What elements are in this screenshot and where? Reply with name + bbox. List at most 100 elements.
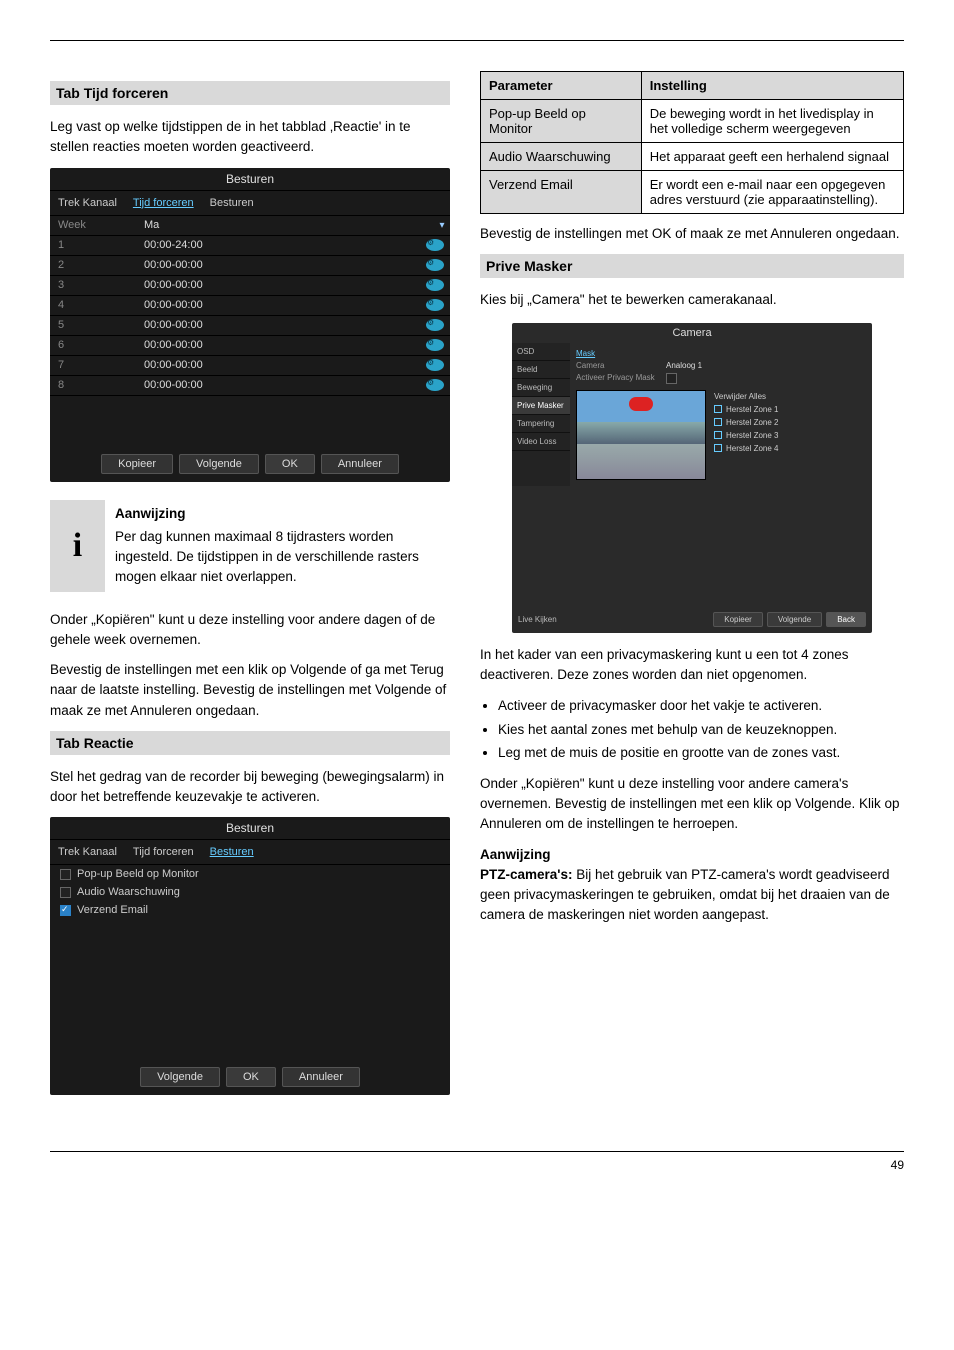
schedule-row: 200:00-00:00 — [50, 256, 450, 276]
checkbox[interactable] — [60, 869, 71, 880]
zone-item[interactable]: Herstel Zone 2 — [714, 416, 866, 429]
param-col-header: Parameter — [481, 72, 642, 100]
ok-button-2[interactable]: OK — [226, 1067, 276, 1087]
checkbox[interactable] — [60, 905, 71, 916]
gear-icon[interactable] — [426, 379, 444, 391]
sidebar-item[interactable]: Beeld — [512, 361, 570, 379]
zone-item[interactable]: Herstel Zone 1 — [714, 403, 866, 416]
copy-button[interactable]: Kopieer — [101, 454, 173, 474]
schedule-row-index: 6 — [50, 339, 140, 351]
schedule-row-time[interactable]: 00:00-00:00 — [140, 359, 426, 371]
param-table: Parameter Instelling Pop-up Beeld op Mon… — [480, 71, 904, 214]
sidebar-item[interactable]: Prive Masker — [512, 397, 570, 415]
page-number: 49 — [50, 1151, 904, 1172]
table-row: Audio WaarschuwingHet apparaat geeft een… — [481, 143, 904, 171]
heading-tab-tijd-forceren: Tab Tijd forceren — [50, 81, 450, 105]
checkbox[interactable] — [60, 887, 71, 898]
cam-next-button[interactable]: Volgende — [767, 612, 822, 627]
note-block: Aanwijzing PTZ-camera's: Bij het gebruik… — [480, 845, 904, 926]
list-item: Activeer de privacymasker door het vakje… — [498, 695, 904, 717]
live-view-link[interactable]: Live Kijken — [518, 615, 557, 624]
setting-col-header: Instelling — [641, 72, 903, 100]
tab-besturen[interactable]: Besturen — [210, 197, 254, 209]
copy-note: Onder „Kopiëren" kunt u deze instelling … — [50, 610, 450, 651]
reaction-check-row: Pop-up Beeld op Monitor — [50, 865, 450, 883]
schedule-row-time[interactable]: 00:00-00:00 — [140, 259, 426, 271]
heading-tab-reactie: Tab Reactie — [50, 731, 450, 755]
tab-besturen-2[interactable]: Besturen — [210, 846, 254, 858]
tab-trek-kanaal[interactable]: Trek Kanaal — [58, 197, 117, 209]
schedule-row: 500:00-00:00 — [50, 316, 450, 336]
schedule-row: 100:00-24:00 — [50, 236, 450, 256]
schedule-row-time[interactable]: 00:00-00:00 — [140, 279, 426, 291]
ok-button[interactable]: OK — [265, 454, 315, 474]
param-value: Er wordt een e-mail naar een opgegeven a… — [641, 171, 903, 214]
zone-item[interactable]: Herstel Zone 3 — [714, 429, 866, 442]
privacy-below-2: Onder „Kopiëren" kunt u deze instelling … — [480, 774, 904, 835]
schedule-dialog: Besturen Trek Kanaal Tijd forceren Bestu… — [50, 168, 450, 482]
mask-link[interactable]: Mask — [576, 349, 666, 358]
zones-header[interactable]: Verwijder Alles — [714, 390, 866, 403]
enable-privacy-checkbox[interactable] — [666, 373, 677, 384]
gear-icon[interactable] — [426, 319, 444, 331]
week-value[interactable]: Ma — [140, 219, 434, 231]
camera-preview-image — [576, 390, 706, 480]
zone-checkbox-icon[interactable] — [714, 444, 722, 452]
gear-icon[interactable] — [426, 299, 444, 311]
sidebar-item[interactable]: OSD — [512, 343, 570, 361]
reaction-check-row: Audio Waarschuwing — [50, 883, 450, 901]
schedule-row-time[interactable]: 00:00-00:00 — [140, 299, 426, 311]
sidebar-item[interactable]: Beweging — [512, 379, 570, 397]
table-row: Verzend EmailEr wordt een e-mail naar ee… — [481, 171, 904, 214]
gear-icon[interactable] — [426, 339, 444, 351]
schedule-row: 700:00-00:00 — [50, 356, 450, 376]
schedule-row-time[interactable]: 00:00-24:00 — [140, 239, 426, 251]
tab-tijd-forceren[interactable]: Tijd forceren — [133, 197, 194, 209]
zone-checkbox-icon[interactable] — [714, 405, 722, 413]
cam-back-button[interactable]: Back — [826, 612, 866, 627]
camera-value[interactable]: Analoog 1 — [666, 361, 866, 370]
sidebar-item[interactable]: Video Loss — [512, 433, 570, 451]
next-button-2[interactable]: Volgende — [140, 1067, 220, 1087]
gear-icon[interactable] — [426, 359, 444, 371]
chevron-down-icon[interactable]: ▾ — [434, 220, 450, 231]
next-button[interactable]: Volgende — [179, 454, 259, 474]
cam-copy-button[interactable]: Kopieer — [713, 612, 763, 627]
schedule-row-time[interactable]: 00:00-00:00 — [140, 319, 426, 331]
privacy-intro: Kies bij „Camera" het te bewerken camera… — [480, 290, 904, 310]
zone-item[interactable]: Herstel Zone 4 — [714, 442, 866, 455]
list-item: Kies het aantal zones met behulp van de … — [498, 719, 904, 741]
gear-icon[interactable] — [426, 279, 444, 291]
zone-checkbox-icon[interactable] — [714, 431, 722, 439]
zone-checkbox-icon[interactable] — [714, 418, 722, 426]
enable-privacy-label: Activeer Privacy Mask — [576, 373, 666, 386]
schedule-row: 600:00-00:00 — [50, 336, 450, 356]
info-icon: i — [50, 500, 105, 592]
gear-icon[interactable] — [426, 259, 444, 271]
schedule-row-index: 8 — [50, 379, 140, 391]
info-title: Aanwijzing — [115, 504, 440, 524]
sidebar-item[interactable]: Tampering — [512, 415, 570, 433]
tab-trek-kanaal-2[interactable]: Trek Kanaal — [58, 846, 117, 858]
privacy-steps-list: Activeer de privacymasker door het vakje… — [480, 695, 904, 764]
info-box: i Aanwijzing Per dag kunnen maximaal 8 t… — [50, 500, 450, 592]
reaction-dialog-title: Besturen — [50, 817, 450, 840]
intro-text: Leg vast op welke tijdstippen de in het … — [50, 117, 450, 158]
tab-tijd-forceren-2[interactable]: Tijd forceren — [133, 846, 194, 858]
cancel-button-2[interactable]: Annuleer — [282, 1067, 360, 1087]
schedule-row-index: 4 — [50, 299, 140, 311]
privacy-below-1: In het kader van een privacymaskering ku… — [480, 645, 904, 686]
confirm-note: Bevestig de instellingen met een klik op… — [50, 660, 450, 721]
checkbox-label: Pop-up Beeld op Monitor — [77, 868, 199, 880]
schedule-row-time[interactable]: 00:00-00:00 — [140, 339, 426, 351]
list-item: Leg met de muis de positie en grootte va… — [498, 742, 904, 764]
schedule-row-index: 5 — [50, 319, 140, 331]
checkbox-label: Audio Waarschuwing — [77, 886, 180, 898]
schedule-row-time[interactable]: 00:00-00:00 — [140, 379, 426, 391]
gear-icon[interactable] — [426, 239, 444, 251]
heading-prive-masker: Prive Masker — [480, 254, 904, 278]
info-text: Per dag kunnen maximaal 8 tijdrasters wo… — [115, 529, 419, 585]
param-key: Verzend Email — [481, 171, 642, 214]
schedule-row-index: 2 — [50, 259, 140, 271]
cancel-button[interactable]: Annuleer — [321, 454, 399, 474]
